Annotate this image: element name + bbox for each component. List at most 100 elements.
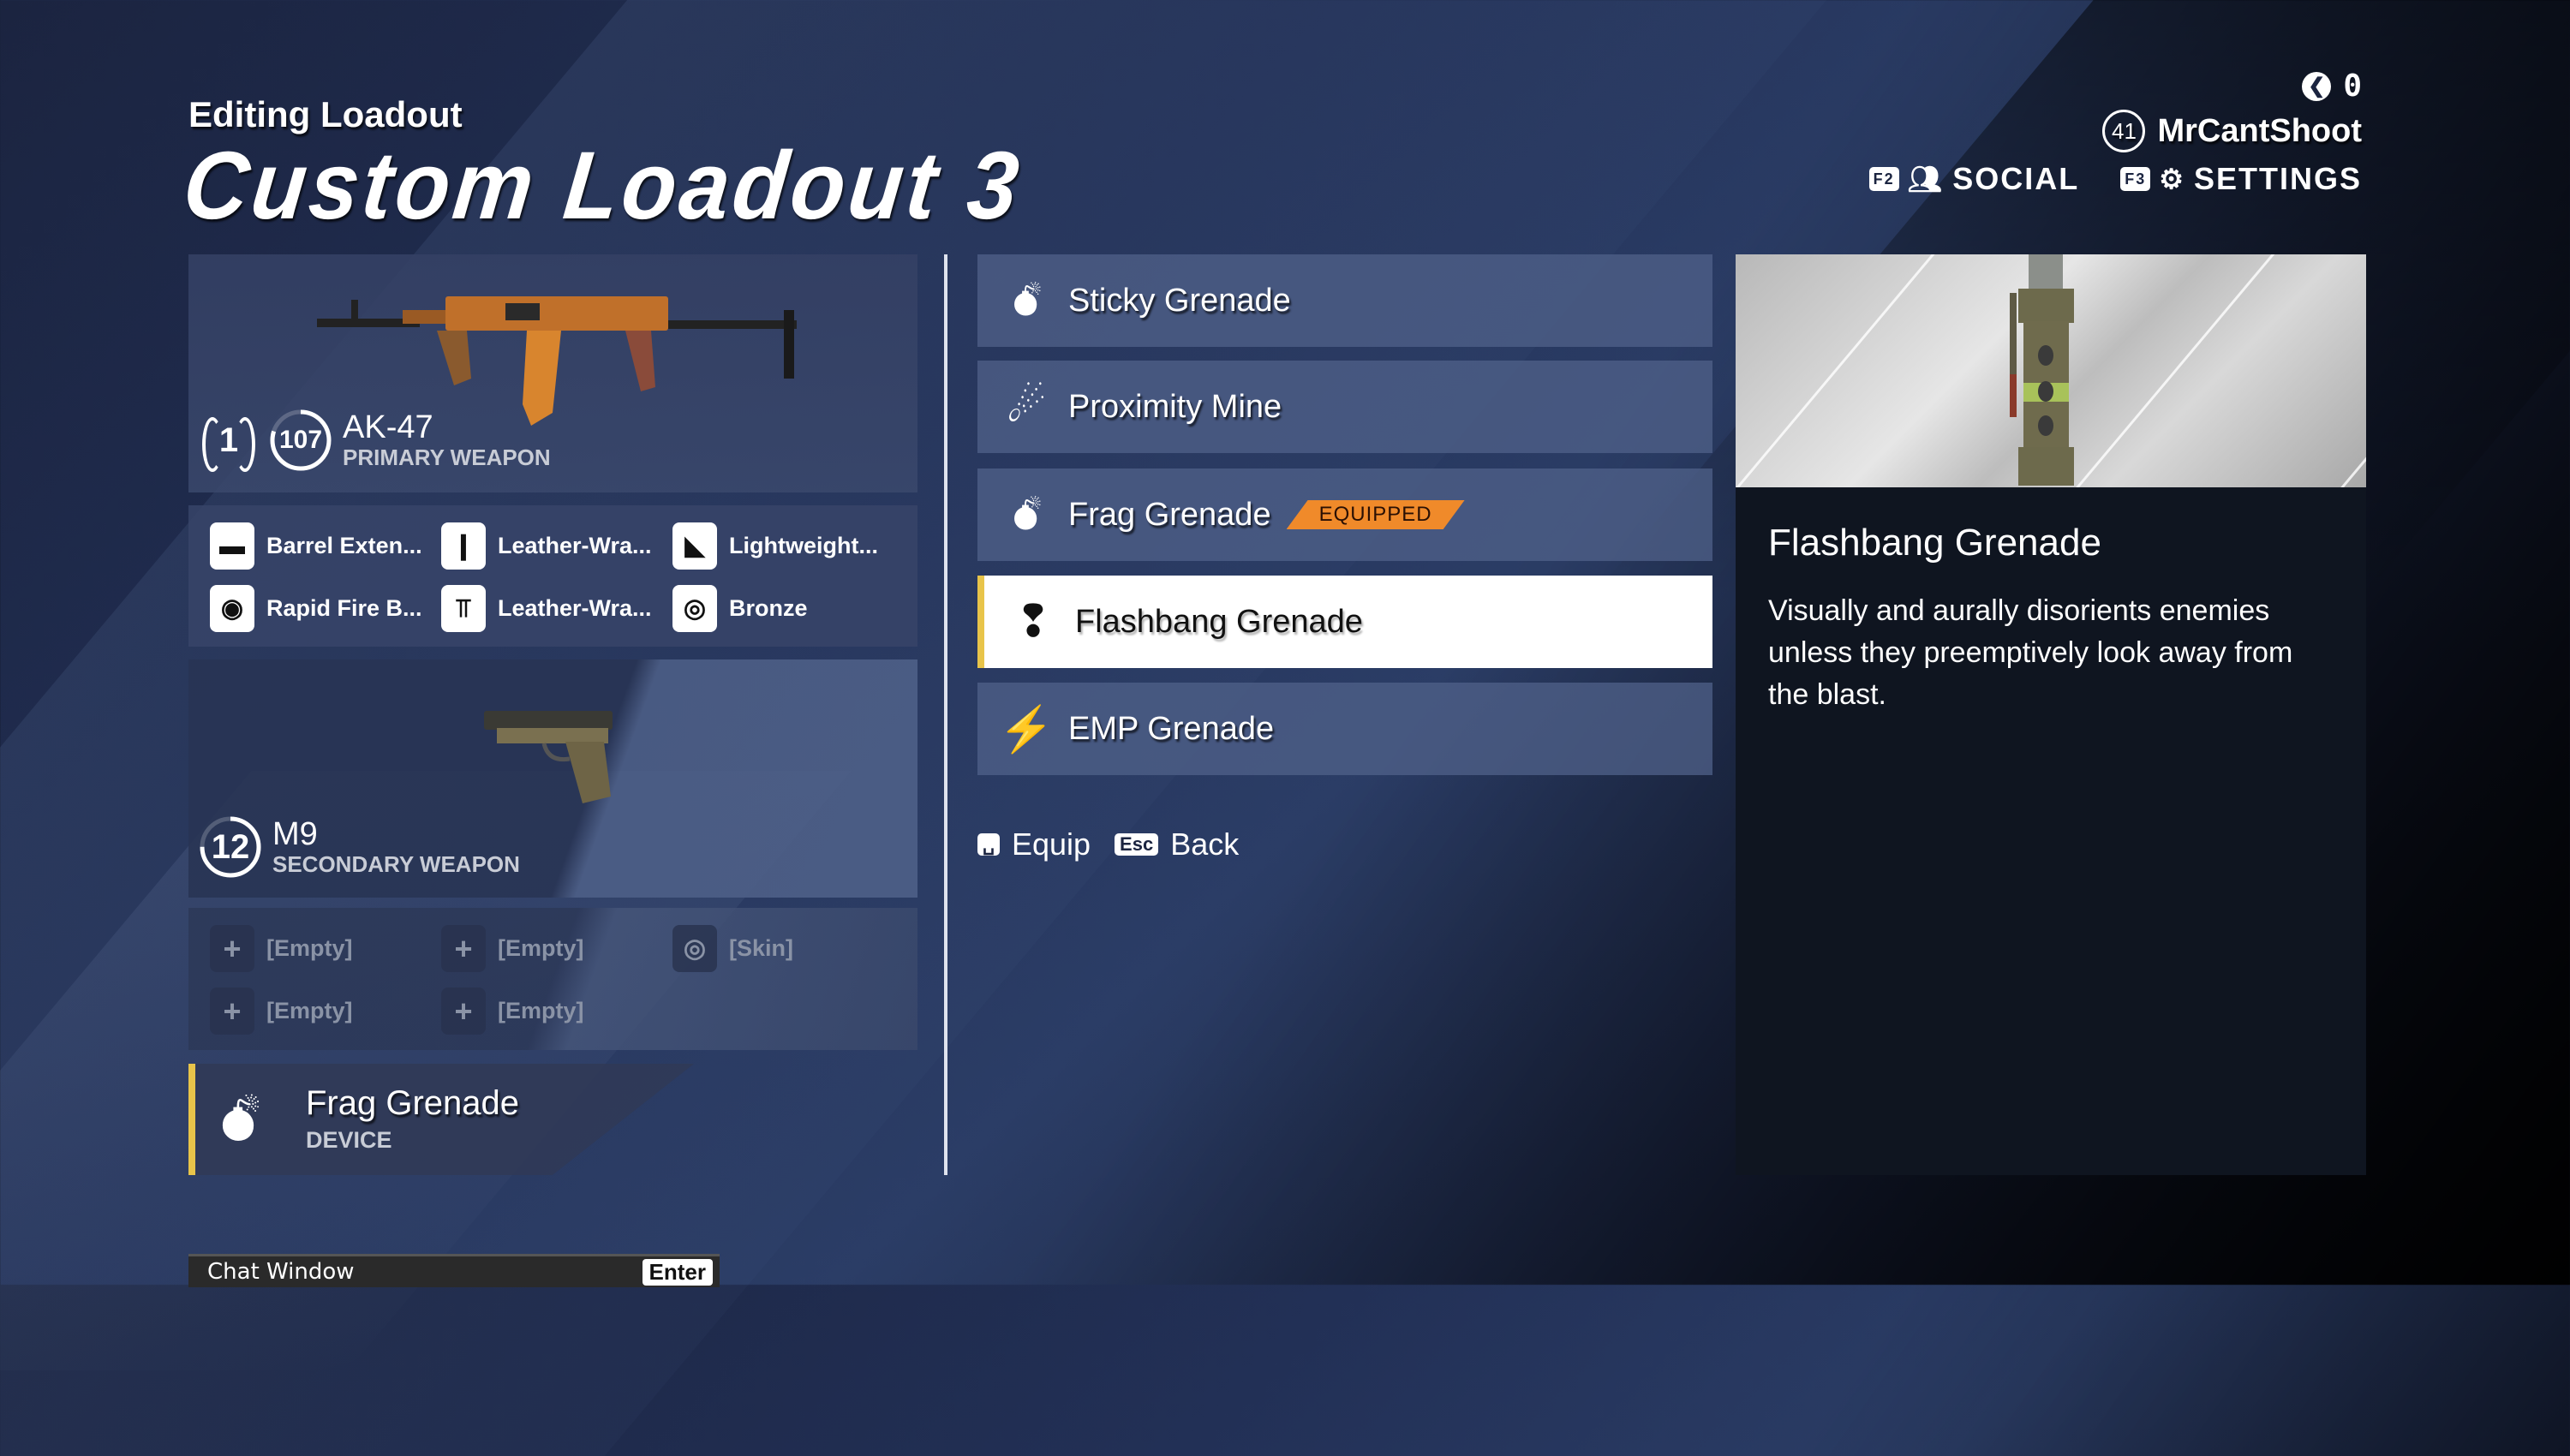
attachment-label: Barrel Exten... [266,533,422,558]
device-preview-image [1736,254,2366,487]
attachment-label: [Empty] [498,935,584,961]
weapon-level: 12 [211,827,250,866]
device-option-label: Frag Grenade [1068,496,1271,533]
attachment-slot[interactable]: ▬ Barrel Exten... [210,522,441,570]
settings-button[interactable]: F3 ⚙ SETTINGS [2120,161,2362,197]
space-key-icon: ␣ [977,833,1000,856]
attachment-label: [Empty] [266,998,353,1023]
device-option-emp-grenade[interactable]: ⚡ EMP Grenade [977,683,1712,775]
skin-slot[interactable]: ◎ [Skin] [672,925,904,972]
foregrip-icon: ❙ [441,522,486,570]
frag-grenade-icon: 💣︎ [1012,489,1041,540]
skin-icon: ◎ [672,585,717,632]
empty-attachment-slot[interactable]: + [Empty] [210,988,441,1035]
device-option-sticky-grenade[interactable]: 💣︎ Sticky Grenade [977,254,1712,347]
player-info[interactable]: 41 MrCantShoot [2102,110,2362,152]
empty-attachment-slot[interactable]: + [Empty] [441,925,672,972]
back-button[interactable]: Esc Back [1115,826,1239,862]
chat-window[interactable]: Chat Window Enter [188,1254,720,1287]
plus-icon: + [441,988,486,1035]
detail-title: Flashbang Grenade [1768,522,2101,564]
plus-icon: + [210,925,254,972]
key-hint-f2: F2 [1868,167,1899,191]
esc-key-icon: Esc [1115,833,1159,856]
player-name: MrCantShoot [2157,112,2362,149]
prestige-badge: 1 [199,410,259,472]
device-option-label: Flashbang Grenade [1075,603,1363,640]
attachment-slot[interactable]: ◎ Bronze [672,585,904,632]
attachment-slot[interactable]: ❙ Leather-Wra... [441,522,672,570]
enter-key-icon: Enter [642,1258,713,1286]
primary-weapon-card[interactable]: 1 107 AK-47 PRIMARY WEAPON [188,254,917,492]
attachment-label: Leather-Wra... [498,595,652,621]
equip-label: Equip [1011,826,1091,862]
page-subtitle: Editing Loadout [188,94,463,134]
device-option-frag-grenade[interactable]: 💣︎ Frag Grenade EQUIPPED [977,468,1712,561]
social-button[interactable]: F2 👥︎ SOCIAL [1868,161,2080,197]
attachment-label: [Skin] [729,935,794,961]
secondary-weapon-card[interactable]: 12 M9 SECONDARY WEAPON [188,659,917,898]
empty-attachment-slot[interactable]: + [Empty] [210,925,441,972]
currency-display: ❮ 0 [2302,69,2362,104]
skin-icon: ◎ [672,925,717,972]
page-title: Custom Loadout 3 [178,132,1027,240]
key-hints: ␣ Equip Esc Back [977,826,1239,862]
attachment-label: Lightweight... [729,533,878,558]
sticky-grenade-icon: 💣︎ [1012,275,1041,325]
attachment-label: [Empty] [266,935,353,961]
attachment-slot[interactable]: ◣ Lightweight... [672,522,904,570]
gear-icon: ⚙ [2159,164,2185,194]
attachment-label: Leather-Wra... [498,533,652,558]
equipped-badge: EQUIPPED [1286,500,1465,529]
attachment-label: Bronze [729,595,808,621]
plus-icon: + [210,988,254,1035]
weapon-level: 107 [278,426,323,454]
device-option-label: Sticky Grenade [1068,282,1291,319]
currency-value: 0 [2343,69,2362,104]
device-option-label: EMP Grenade [1068,710,1275,747]
plus-icon: + [441,925,486,972]
device-type: DEVICE [306,1127,392,1153]
key-hint-f3: F3 [2120,167,2151,191]
device-name: Frag Grenade [306,1084,520,1122]
preview-streak [2197,329,2366,487]
muzzle-icon: ▬ [210,522,254,570]
ammo-icon: ◉ [210,585,254,632]
empty-attachment-slot[interactable]: + [Empty] [441,988,672,1035]
stock-icon: ◣ [672,522,717,570]
preview-streak [1736,254,1979,487]
flashbang-grenade-icon: ❢ [1014,597,1052,647]
attachment-label: [Empty] [498,998,584,1023]
weapon-name: M9 [272,816,318,852]
grip-icon: ⫪ [441,585,486,632]
attachment-slot[interactable]: ◉ Rapid Fire B... [210,585,441,632]
weapon-name: AK-47 [343,409,433,445]
emp-grenade-icon: ⚡ [998,704,1055,755]
flashbang-image [2010,254,2074,486]
back-label: Back [1170,826,1240,862]
settings-label: SETTINGS [2193,161,2362,196]
device-detail-panel: Flashbang Grenade Visually and aurally d… [1736,254,2366,1175]
chat-label: Chat Window [207,1259,355,1285]
social-icon: 👥︎ [1907,164,1945,194]
device-option-flashbang-grenade[interactable]: ❢ Flashbang Grenade [977,576,1712,668]
m9-image [484,711,613,803]
proximity-mine-icon: ☄ [1006,382,1047,432]
equip-button[interactable]: ␣ Equip [977,826,1091,862]
weapon-type: PRIMARY WEAPON [343,445,551,470]
detail-description: Visually and aurally disorients enemies … [1768,594,2293,711]
weapon-type: SECONDARY WEAPON [272,851,520,877]
device-option-proximity-mine[interactable]: ☄ Proximity Mine [977,361,1712,453]
attachment-slot[interactable]: ⫪ Leather-Wra... [441,585,672,632]
xp-token-icon: ❮ [2302,71,2332,101]
primary-attachments-card: ▬ Barrel Exten... ❙ Leather-Wra... ◣ Lightw… [188,505,917,647]
selected-indicator [188,1064,195,1175]
secondary-attachments-card: + [Empty] + [Empty] ◎ [Skin] + [Empty] + [Emp… [188,908,917,1050]
weapon-level-badge: 107 [269,409,332,472]
social-label: SOCIAL [1952,161,2080,196]
secondary-weapon-info: 12 M9 SECONDARY WEAPON [199,815,520,879]
weapon-level-badge: 12 [199,815,262,879]
primary-weapon-info: 1 107 AK-47 PRIMARY WEAPON [199,409,551,472]
player-level-badge: 41 [2102,110,2146,152]
top-nav: F2 👥︎ SOCIAL F3 ⚙ SETTINGS [1868,161,2362,197]
